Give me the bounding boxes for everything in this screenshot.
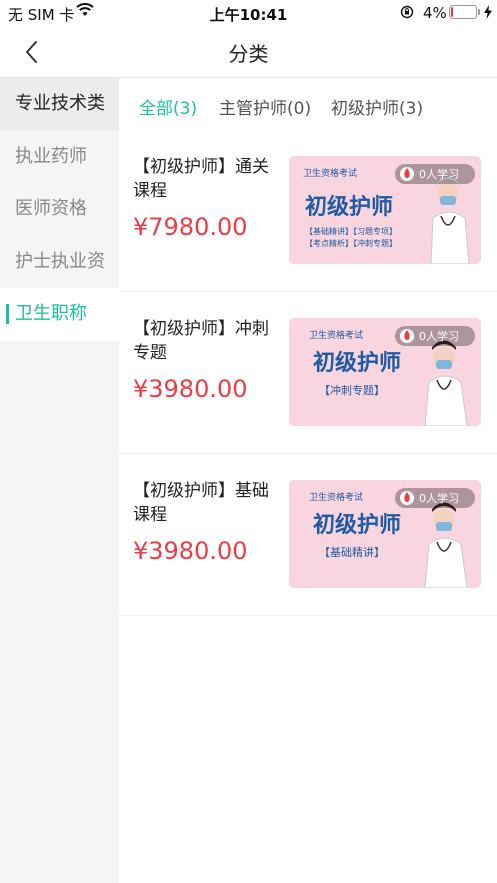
battery-percent: 4%: [423, 4, 447, 22]
sidebar-item-physician-qualification[interactable]: 医师资格: [0, 183, 119, 236]
sidebar-item-health-title[interactable]: 卫生职称: [0, 288, 119, 341]
tab-all[interactable]: 全部(3): [139, 94, 197, 119]
tab-junior-nurse[interactable]: 初级护师(3): [331, 94, 423, 119]
sidebar-item-nurse-license[interactable]: 护士执业资: [0, 236, 119, 289]
filter-tabs: 全部(3) 主管护师(0) 初级护师(3): [119, 78, 497, 130]
tab-supervisor-nurse[interactable]: 主管护师(0): [219, 94, 311, 119]
main-content: 全部(3) 主管护师(0) 初级护师(3) 【初级护师】通关课程 ¥7980.0…: [119, 78, 497, 883]
course-thumbnail: 卫生资格考试 初级护师 【冲刺专题】 0人学习: [289, 318, 481, 426]
course-thumbnail: 卫生资格考试 初级护师 【基础精讲】 0人学习: [289, 480, 481, 588]
thumb-tag: 【基础精讲】【习题专项】: [305, 226, 397, 236]
course-price: ¥3980.00: [133, 375, 248, 403]
thumb-heading: 初级护师: [305, 194, 393, 220]
course-card[interactable]: 【初级护师】基础课程 ¥3980.00 卫生资格考试 初级护师 【基础精讲】 0…: [119, 455, 497, 616]
charging-bolt-icon: [484, 5, 492, 19]
thumb-heading: 初级护师: [313, 512, 401, 538]
course-card[interactable]: 【初级护师】通关课程 ¥7980.00 卫生资格考试 初级护师 【基础精讲】【习…: [119, 131, 497, 292]
thumb-tag: 【冲刺专题】: [319, 383, 385, 397]
sidebar-item-professional-tech[interactable]: 专业技术类: [0, 78, 119, 131]
thumb-exam-label: 卫生资格考试: [309, 329, 363, 341]
battery-icon: [449, 5, 477, 19]
nav-bar: 分类: [0, 26, 497, 78]
learners-count: 0人学习: [419, 329, 459, 343]
course-title: 【初级护师】通关课程: [133, 157, 269, 201]
battery-nub: [478, 9, 480, 15]
learners-badge: 0人学习: [395, 326, 475, 346]
course-title: 【初级护师】冲刺专题: [133, 319, 269, 363]
course-thumbnail-art: 卫生资格考试 初级护师 【冲刺专题】 0人学习: [289, 318, 481, 426]
status-bar: 无 SIM 卡 上午10:41 4%: [0, 0, 497, 26]
learners-count: 0人学习: [419, 491, 459, 505]
course-card[interactable]: 【初级护师】冲刺专题 ¥3980.00 卫生资格考试 初级护师 【冲刺专题】 0…: [119, 293, 497, 454]
course-thumbnail: 卫生资格考试 初级护师 【基础精讲】【习题专项】 【考点精析】【冲刺专题】 0人…: [289, 156, 481, 264]
thumb-exam-label: 卫生资格考试: [303, 167, 357, 179]
category-sidebar: 专业技术类 执业药师 医师资格 护士执业资 卫生职称: [0, 78, 119, 883]
thumb-heading: 初级护师: [313, 350, 401, 376]
learners-badge: 0人学习: [395, 488, 475, 508]
rotation-lock-icon: [400, 5, 414, 19]
course-title: 【初级护师】基础课程: [133, 481, 269, 525]
thumb-tag: 【基础精讲】: [319, 545, 385, 559]
thumb-tag: 【考点精析】【冲刺专题】: [305, 238, 397, 248]
course-thumbnail-art: 卫生资格考试 初级护师 【基础精讲】【习题专项】 【考点精析】【冲刺专题】 0人…: [289, 156, 481, 264]
learners-count: 0人学习: [419, 167, 459, 181]
page-title: 分类: [228, 42, 269, 66]
course-price: ¥7980.00: [133, 213, 248, 241]
sidebar-item-licensed-pharmacist[interactable]: 执业药师: [0, 131, 119, 184]
course-thumbnail-art: 卫生资格考试 初级护师 【基础精讲】 0人学习: [289, 480, 481, 588]
thumb-exam-label: 卫生资格考试: [309, 491, 363, 503]
learners-badge: 0人学习: [395, 164, 475, 184]
course-price: ¥3980.00: [133, 537, 248, 565]
